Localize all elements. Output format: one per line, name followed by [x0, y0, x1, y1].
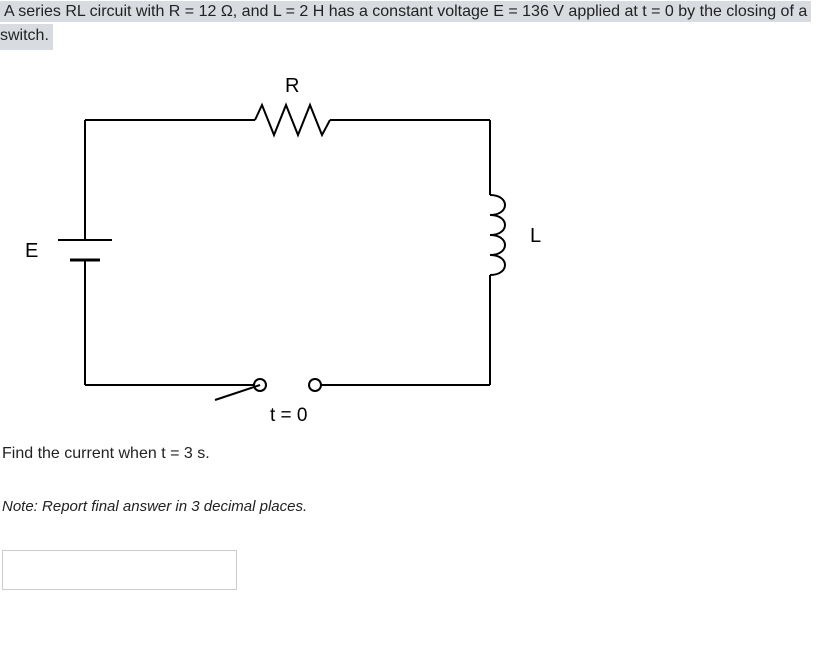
circuit-svg	[20, 65, 620, 435]
problem-line1: A series RL circuit with R = 12 Ω, and L…	[0, 1, 811, 22]
circuit-diagram: R E L t = 0	[20, 65, 620, 435]
answer-input[interactable]	[2, 550, 237, 590]
problem-statement: A series RL circuit with R = 12 Ω, and L…	[0, 0, 835, 50]
label-resistor: R	[285, 75, 299, 98]
question-text: Find the current when t = 3 s.	[2, 445, 835, 463]
note-text: Note: Report final answer in 3 decimal p…	[2, 498, 835, 515]
label-switch-time: t = 0	[270, 405, 308, 427]
problem-line2: switch.	[0, 24, 53, 50]
label-inductor: L	[530, 225, 541, 248]
label-source: E	[25, 240, 38, 263]
